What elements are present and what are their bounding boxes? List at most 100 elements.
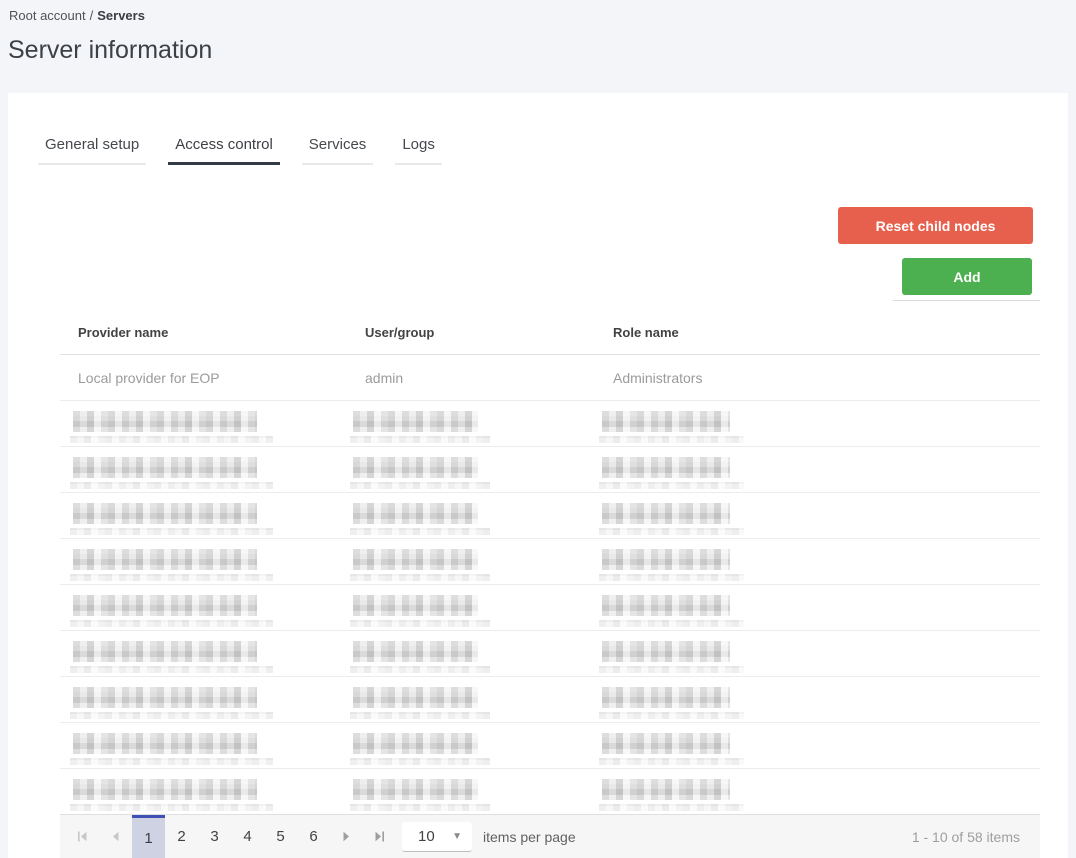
redaction-strip xyxy=(70,574,273,581)
redacted-cell-role xyxy=(595,769,1040,814)
redaction-mosaic xyxy=(353,411,478,432)
redaction-strip xyxy=(350,482,490,489)
redaction-mosaic xyxy=(353,457,478,478)
previous-page-button[interactable] xyxy=(99,815,132,858)
content-card: General setup Access control Services Lo… xyxy=(8,93,1068,858)
redacted-cell-provider xyxy=(60,493,347,538)
redacted-cell-user-group xyxy=(347,493,595,538)
redaction-mosaic xyxy=(602,411,730,432)
redaction-mosaic xyxy=(602,595,730,616)
redaction-strip xyxy=(350,620,490,627)
redaction-mosaic xyxy=(353,595,478,616)
redaction-strip xyxy=(599,620,744,627)
breadcrumb-current-servers: Servers xyxy=(97,8,145,23)
redacted-cell-user-group xyxy=(347,585,595,630)
table-row[interactable]: Local provider for EOP admin Administrat… xyxy=(60,355,1040,401)
redaction-strip xyxy=(599,528,744,535)
page-size-value: 10 xyxy=(418,827,435,845)
redacted-cell-role xyxy=(595,447,1040,492)
redacted-cell-role xyxy=(595,493,1040,538)
breadcrumb-root-account-link[interactable]: Root account xyxy=(9,8,86,23)
redaction-mosaic xyxy=(73,595,257,616)
reset-child-nodes-button[interactable]: Reset child nodes xyxy=(838,207,1033,244)
items-per-page-label: items per page xyxy=(483,828,576,845)
redaction-strip xyxy=(70,528,273,535)
chevron-down-icon: ▼ xyxy=(452,830,462,842)
table-row-redacted[interactable] xyxy=(60,677,1040,723)
redaction-mosaic xyxy=(602,641,730,662)
redaction-mosaic xyxy=(353,549,478,570)
access-control-table: Provider name User/group Role name Local… xyxy=(60,310,1040,815)
page-button-1[interactable]: 1 xyxy=(132,814,165,858)
redacted-cell-provider xyxy=(60,585,347,630)
redacted-cell-provider xyxy=(60,539,347,584)
redaction-mosaic xyxy=(73,779,257,800)
page-button-6[interactable]: 6 xyxy=(297,815,330,858)
column-header-user-group[interactable]: User/group xyxy=(347,325,595,340)
table-row-redacted[interactable] xyxy=(60,401,1040,447)
redacted-cell-user-group xyxy=(347,723,595,768)
redacted-cell-user-group xyxy=(347,631,595,676)
redaction-mosaic xyxy=(73,457,257,478)
redaction-mosaic xyxy=(73,503,257,524)
table-row-redacted[interactable] xyxy=(60,493,1040,539)
column-header-role-name[interactable]: Role name xyxy=(595,325,1040,340)
table-row-redacted[interactable] xyxy=(60,631,1040,677)
redacted-cell-role xyxy=(595,401,1040,446)
redaction-strip xyxy=(350,436,490,443)
redaction-mosaic xyxy=(602,503,730,524)
last-page-button[interactable] xyxy=(363,815,396,858)
cell-provider-name: Local provider for EOP xyxy=(78,369,220,386)
redaction-strip xyxy=(599,666,744,673)
cell-user-group: admin xyxy=(365,369,404,386)
redacted-cell-provider xyxy=(60,723,347,768)
redaction-strip xyxy=(70,482,273,489)
redacted-cell-user-group xyxy=(347,401,595,446)
first-page-button[interactable] xyxy=(66,815,99,858)
next-page-icon xyxy=(342,831,351,842)
redaction-strip xyxy=(350,758,490,765)
breadcrumb: Root account / Servers xyxy=(9,8,145,23)
table-row-redacted[interactable] xyxy=(60,769,1040,815)
redacted-cell-provider xyxy=(60,769,347,814)
previous-page-icon xyxy=(111,831,120,842)
redaction-mosaic xyxy=(73,549,257,570)
redaction-strip xyxy=(599,804,744,811)
tab-access-control[interactable]: Access control xyxy=(168,136,280,165)
table-row-redacted[interactable] xyxy=(60,585,1040,631)
column-header-provider-name[interactable]: Provider name xyxy=(60,325,347,340)
redaction-mosaic xyxy=(602,779,730,800)
page-button-3[interactable]: 3 xyxy=(198,815,231,858)
redaction-strip xyxy=(350,666,490,673)
redaction-mosaic xyxy=(73,687,257,708)
page-button-5[interactable]: 5 xyxy=(264,815,297,858)
redacted-cell-provider xyxy=(60,447,347,492)
add-button[interactable]: Add xyxy=(902,258,1032,295)
next-page-button[interactable] xyxy=(330,815,363,858)
redaction-mosaic xyxy=(73,411,257,432)
page-button-4[interactable]: 4 xyxy=(231,815,264,858)
page-button-2[interactable]: 2 xyxy=(165,815,198,858)
redaction-strip xyxy=(70,436,273,443)
table-row-redacted[interactable] xyxy=(60,539,1040,585)
redaction-mosaic xyxy=(353,641,478,662)
redaction-strip xyxy=(350,528,490,535)
redacted-cell-provider xyxy=(60,677,347,722)
redacted-cell-user-group xyxy=(347,677,595,722)
redacted-cell-role xyxy=(595,631,1040,676)
tab-logs[interactable]: Logs xyxy=(395,136,442,165)
table-row-redacted[interactable] xyxy=(60,723,1040,769)
redaction-strip xyxy=(599,482,744,489)
page-root: Root account / Servers Server information … xyxy=(0,0,1076,858)
redacted-cell-role xyxy=(595,585,1040,630)
tab-general-setup[interactable]: General setup xyxy=(38,136,147,165)
table-row-redacted[interactable] xyxy=(60,447,1040,493)
page-size-select[interactable]: 10 ▼ xyxy=(402,821,472,852)
tab-services[interactable]: Services xyxy=(301,136,374,165)
redaction-mosaic xyxy=(73,641,257,662)
redaction-mosaic xyxy=(602,687,730,708)
cell-role-name: Administrators xyxy=(613,369,703,386)
redaction-mosaic xyxy=(73,733,257,754)
redaction-mosaic xyxy=(602,549,730,570)
redaction-mosaic xyxy=(353,733,478,754)
